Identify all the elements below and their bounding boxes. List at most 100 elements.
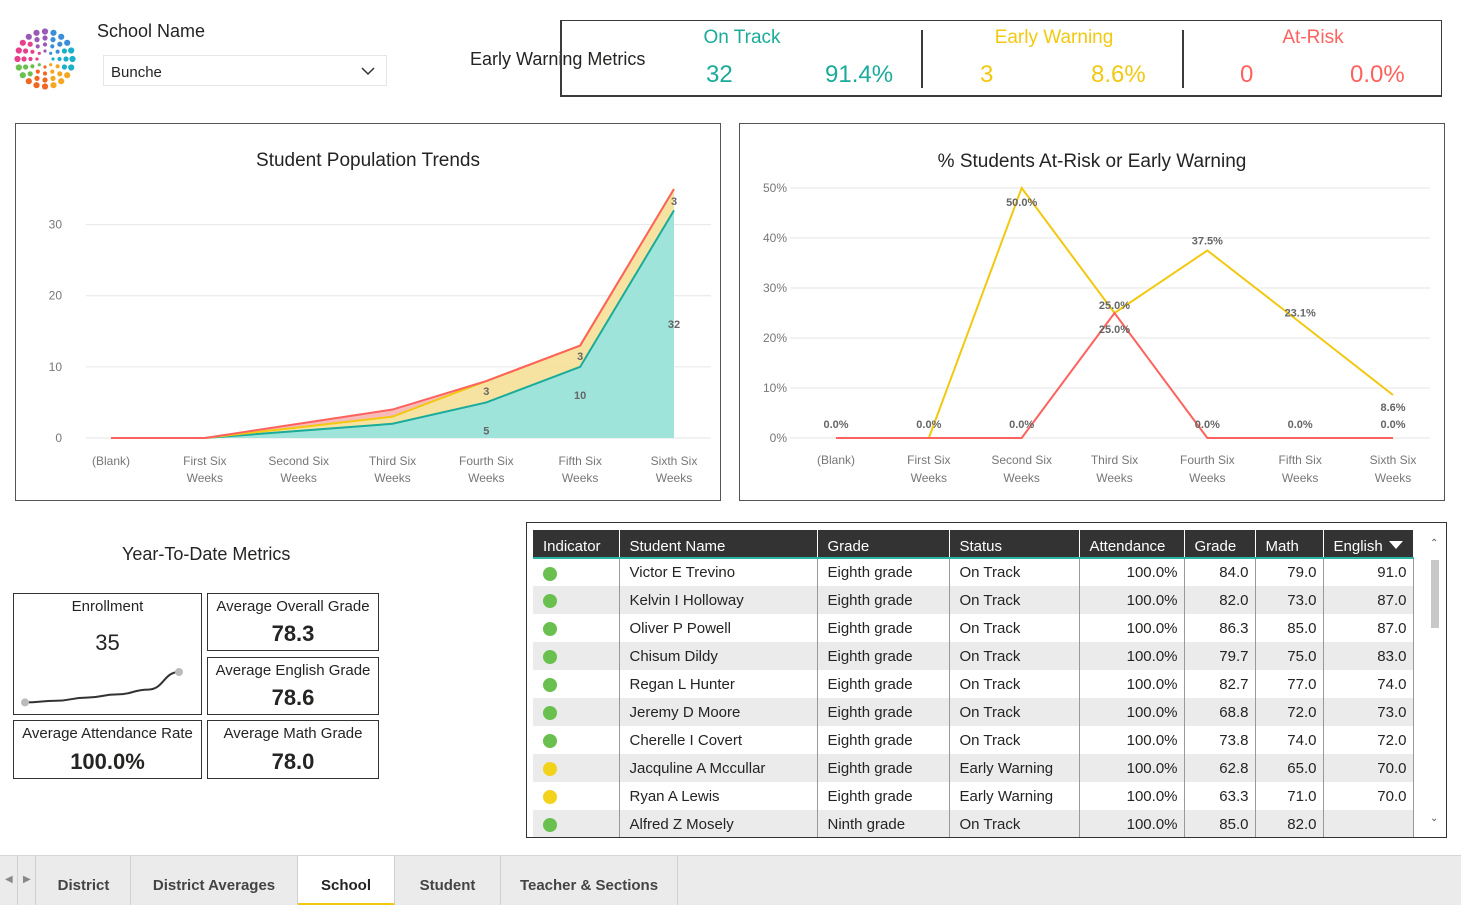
x-tick-label: Fifth Six — [1278, 453, 1321, 467]
early-warning-count: 3 — [980, 61, 994, 88]
avg-overall-grade-value: 78.3 — [271, 621, 315, 646]
x-tick-label: Second Six — [991, 453, 1052, 467]
student-name-cell: Cherelle I Covert — [619, 726, 818, 754]
scroll-down-icon[interactable]: ⌄ — [1430, 813, 1438, 824]
logo-dot — [50, 69, 55, 74]
tab-teacher-sections[interactable]: Teacher & Sections — [501, 856, 678, 905]
school-name-dropdown[interactable]: Bunche — [103, 55, 387, 86]
x-tick-label: Third Six — [369, 454, 416, 468]
logo-dot — [61, 48, 67, 54]
x-tick-label: Weeks — [187, 471, 223, 485]
logo-dot — [69, 55, 76, 63]
data-label: 3 — [671, 196, 677, 208]
col-status[interactable]: Status — [949, 530, 1080, 559]
chart-title: Student Population Trends — [256, 150, 480, 171]
status-indicator-dot — [543, 594, 557, 608]
sparkline-end-point — [175, 668, 183, 676]
status-indicator-dot — [543, 762, 557, 776]
x-tick-label: Weeks — [280, 471, 316, 485]
table-row[interactable]: Jeremy D Moore Eighth grade On Track 100.0%… — [533, 698, 1414, 726]
table-header-row: Indicator Student Name Grade Status Atte… — [533, 530, 1414, 559]
indicator-cell — [533, 586, 620, 614]
status-cell: Early Warning — [949, 754, 1080, 782]
col-student-name[interactable]: Student Name — [619, 530, 818, 559]
table-row[interactable]: Victor E Trevino Eighth grade On Track 100.… — [533, 558, 1414, 586]
col-math[interactable]: Math — [1255, 530, 1324, 559]
x-tick-label: Weeks — [911, 471, 947, 485]
scroll-up-icon[interactable]: ⌃ — [1430, 538, 1438, 549]
x-tick-label: Fourth Six — [1180, 453, 1235, 467]
logo-dot — [64, 39, 71, 46]
logo-dot — [50, 37, 56, 43]
x-tick-label: Weeks — [656, 471, 692, 485]
attendance-cell: 100.0% — [1079, 558, 1185, 586]
logo-dot — [35, 69, 40, 74]
chart-title: % Students At-Risk or Early Warning — [938, 151, 1247, 172]
math-cell: 77.0 — [1255, 670, 1324, 698]
tab-district[interactable]: District — [37, 856, 131, 905]
status-indicator-dot — [543, 790, 557, 804]
table-row[interactable]: Alfred Z Mosely Ninth grade On Track 100.0%… — [533, 810, 1414, 837]
status-indicator-dot — [543, 706, 557, 720]
tab-prev-button[interactable]: ◀ — [0, 856, 18, 905]
tab-district-averages[interactable]: District Averages — [131, 856, 298, 905]
student-name-cell: Jacquline A Mccullar — [619, 754, 818, 782]
col-indicator[interactable]: Indicator — [533, 530, 620, 559]
grade-level-cell: Ninth grade — [817, 810, 950, 837]
table-row[interactable]: Jacquline A Mccullar Eighth grade Early Wa… — [533, 754, 1414, 782]
data-label: 25.0% — [1099, 324, 1130, 336]
logo-dot — [19, 72, 26, 79]
student-name-cell: Kelvin I Holloway — [619, 586, 818, 614]
scrollbar-thumb[interactable] — [1431, 560, 1439, 628]
tab-school[interactable]: School — [298, 856, 395, 905]
data-label: 5 — [483, 425, 489, 437]
x-tick-label: Weeks — [374, 471, 410, 485]
avg-math-grade-card: Average Math Grade 78.0 — [207, 720, 379, 779]
table-row[interactable]: Chisum Dildy Eighth grade On Track 100.0% 79… — [533, 642, 1414, 670]
logo-dot — [61, 64, 67, 70]
col-grade-level[interactable]: Grade — [817, 530, 950, 559]
y-tick-label: 40% — [763, 231, 787, 245]
english-cell: 73.0 — [1323, 698, 1414, 726]
grade-level-cell: Eighth grade — [817, 558, 950, 586]
col-attendance[interactable]: Attendance — [1079, 530, 1185, 559]
indicator-cell — [533, 726, 620, 754]
table-row[interactable]: Ryan A Lewis Eighth grade Early Warning 100… — [533, 782, 1414, 810]
table-row[interactable]: Oliver P Powell Eighth grade On Track 100.0… — [533, 614, 1414, 642]
tab-student[interactable]: Student — [395, 856, 501, 905]
indicator-cell — [533, 698, 620, 726]
english-cell: 74.0 — [1323, 670, 1414, 698]
table-row[interactable]: Cherelle I Covert Eighth grade On Track 100… — [533, 726, 1414, 754]
x-tick-label: Sixth Six — [651, 454, 698, 468]
attendance-cell: 100.0% — [1079, 586, 1185, 614]
data-label: 32 — [668, 319, 680, 331]
logo-dot — [42, 35, 48, 41]
logo-dot — [33, 82, 40, 89]
y-tick-label: 10% — [763, 381, 787, 395]
x-tick-label: Second Six — [268, 454, 329, 468]
status-indicator-dot — [543, 566, 557, 581]
english-cell: 72.0 — [1323, 726, 1414, 754]
col-english[interactable]: English — [1323, 530, 1414, 559]
avg-attendance-label: Average Attendance Rate — [22, 725, 193, 742]
avg-attendance-card: Average Attendance Rate 100.0% — [13, 720, 202, 779]
logo-dot — [57, 56, 62, 62]
table-scrollbar[interactable]: ⌃ ⌄ — [1428, 532, 1442, 830]
data-label: 8.6% — [1380, 402, 1405, 414]
chevron-down-icon — [361, 67, 375, 76]
logo-dot — [58, 33, 65, 40]
avg-grade-cell: 73.8 — [1184, 726, 1256, 754]
avg-grade-cell: 63.3 — [1184, 782, 1256, 810]
table-row[interactable]: Regan L Hunter Eighth grade On Track 100.0%… — [533, 670, 1414, 698]
avg-grade-cell: 86.3 — [1184, 614, 1256, 642]
table-row[interactable]: Kelvin I Holloway Eighth grade On Track 100… — [533, 586, 1414, 614]
avg-grade-cell: 84.0 — [1184, 558, 1256, 586]
status-cell: On Track — [949, 586, 1080, 614]
status-indicator-dot — [543, 678, 557, 692]
student-population-trends-chart: Student Population Trends 0 10 20 30 (Blank) F… — [15, 123, 721, 501]
avg-overall-grade-label: Average Overall Grade — [216, 598, 370, 615]
col-avg-grade[interactable]: Grade — [1184, 530, 1256, 559]
tab-next-button[interactable]: ▶ — [18, 856, 36, 905]
on-track-count: 32 — [706, 61, 733, 88]
sort-descending-icon[interactable] — [1388, 541, 1403, 549]
